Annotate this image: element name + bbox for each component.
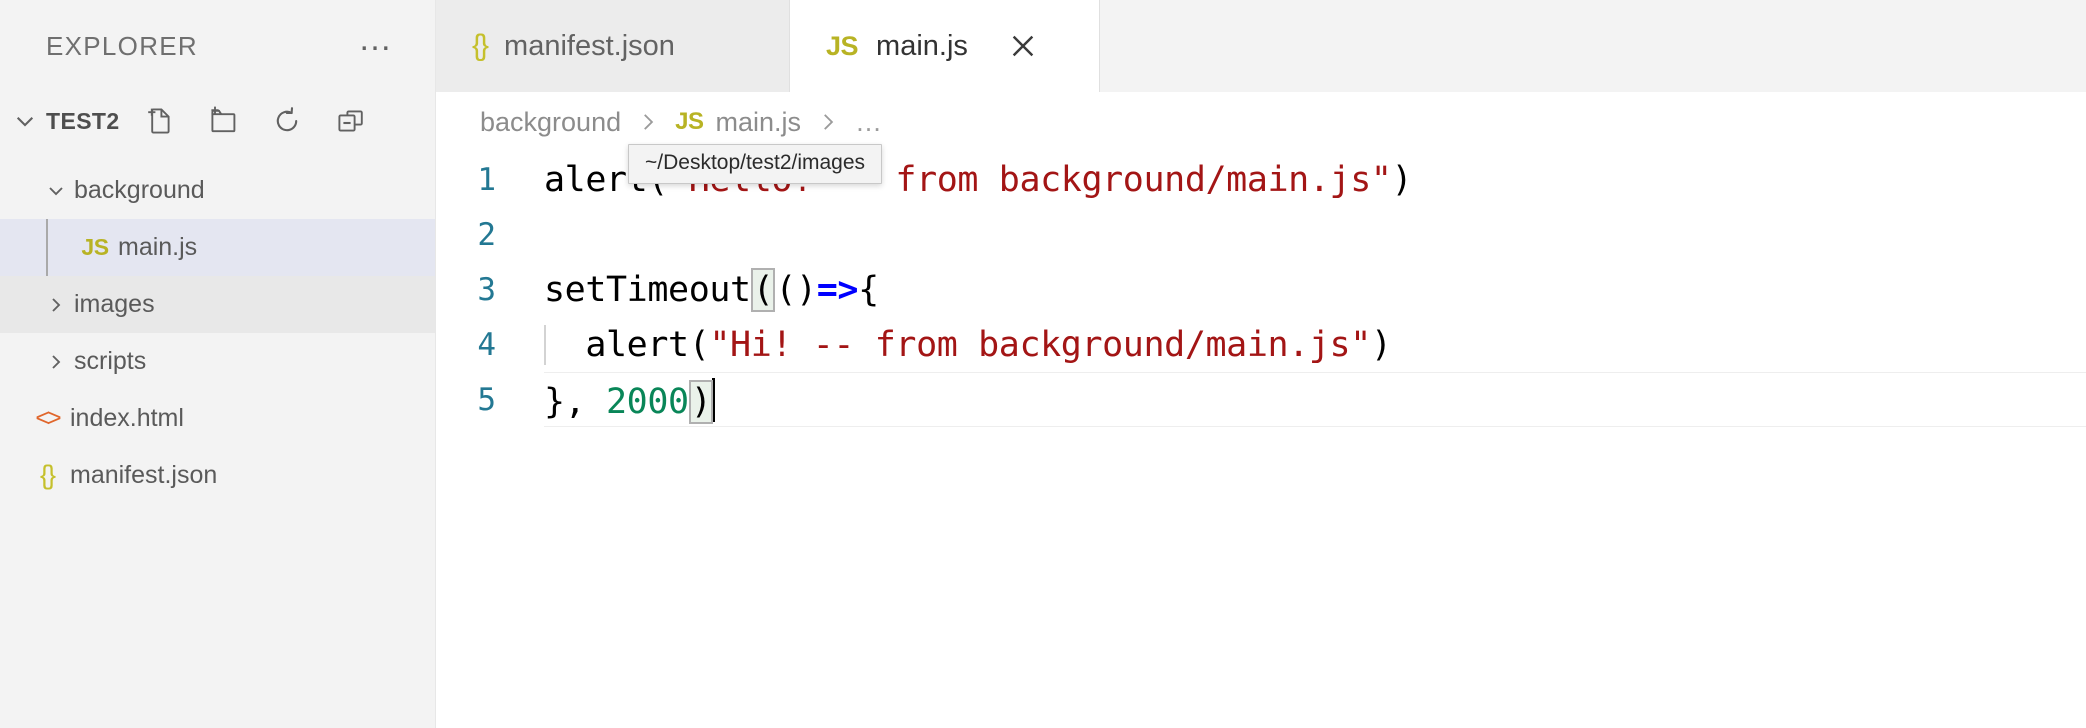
explorer-header: EXPLORER … [0, 0, 435, 92]
new-folder-icon[interactable] [206, 104, 240, 138]
tree-item-label: background [74, 176, 205, 204]
current-line-bottom-border [544, 426, 2086, 427]
code-token-brace: { [858, 269, 879, 310]
breadcrumb-item-symbols[interactable]: … [855, 107, 883, 138]
tree-item-background[interactable]: background [0, 162, 435, 219]
line-number: 5 [477, 381, 496, 418]
code-line-4: 4 alert("Hi! -- from background/main.js"… [436, 317, 2086, 372]
tree-item-label: manifest.json [70, 461, 218, 489]
code-token-fn: alert( [585, 324, 710, 365]
indent-guide [46, 219, 48, 276]
refresh-icon[interactable] [270, 104, 304, 138]
tree-item-label: main.js [118, 233, 198, 261]
code-line-3: 3 setTimeout(()=>{ [436, 262, 2086, 317]
indent-guide [544, 324, 546, 365]
chevron-right-icon[interactable] [38, 350, 74, 374]
code-token-arrow: => [816, 269, 859, 310]
tree-item-label: index.html [70, 404, 184, 432]
code-line-5: 5 }, 2000) [436, 372, 2086, 427]
code-token-number: 2000 [606, 381, 689, 422]
line-number: 3 [477, 271, 496, 308]
explorer-more-actions-icon[interactable]: … [358, 22, 395, 58]
html-icon: <> [35, 404, 61, 432]
path-tooltip: ~/Desktop/test2/images [628, 144, 883, 184]
tree-item-label: scripts [74, 347, 147, 375]
chevron-down-icon[interactable] [38, 179, 74, 203]
editor-area: {} manifest.json JS main.js background J… [436, 0, 2086, 728]
collapse-all-icon[interactable] [334, 104, 368, 138]
line-number: 2 [477, 216, 496, 253]
code-line-text: alert("Hi! -- from background/main.js") [544, 324, 1392, 365]
breadcrumb-item-background[interactable]: background [480, 107, 621, 138]
workspace-root-label: TEST2 [46, 107, 120, 134]
vscode-window: EXPLORER … TEST2 background JS main.js i… [0, 0, 2086, 728]
tab-label: manifest.json [504, 29, 675, 62]
breadcrumb: background JS main.js … [436, 92, 2086, 152]
tab-bar-empty-space [1100, 0, 2086, 92]
chevron-down-icon[interactable] [8, 104, 42, 138]
bracket-match-highlight: ) [688, 379, 714, 424]
chevron-right-icon [815, 109, 841, 135]
js-icon: JS [675, 108, 704, 135]
code-token-parens: () [775, 269, 817, 310]
chevron-right-icon [635, 109, 661, 135]
tree-item-label: images [74, 290, 155, 318]
tree-item-scripts[interactable]: scripts [0, 333, 435, 390]
tab-main-js[interactable]: JS main.js [790, 0, 1100, 92]
code-line-text: }, 2000) [544, 377, 716, 424]
breadcrumb-item-main-js[interactable]: main.js [715, 107, 801, 138]
json-icon: {} [39, 460, 56, 490]
code-line-2: 2 [436, 207, 2086, 262]
tree-item-main-js[interactable]: JS main.js [0, 219, 435, 276]
explorer-sidebar: EXPLORER … TEST2 background JS main.js i… [0, 0, 436, 728]
editor-tab-bar: {} manifest.json JS main.js [436, 0, 2086, 92]
current-line-top-border [544, 372, 2086, 373]
js-icon: JS [826, 30, 859, 61]
close-icon[interactable] [1004, 27, 1042, 65]
tree-item-images[interactable]: images [0, 276, 435, 333]
js-icon: JS [81, 234, 109, 260]
tab-label: main.js [876, 29, 968, 62]
code-token-paren: ) [1370, 324, 1392, 365]
tree-item-index-html[interactable]: <> index.html [0, 390, 435, 447]
code-token-brace: }, [544, 381, 607, 422]
explorer-actions [142, 104, 368, 138]
workspace-root-row[interactable]: TEST2 [0, 92, 435, 150]
line-number: 4 [477, 326, 496, 363]
code-editor[interactable]: 1 alert("Hello! -- from background/main.… [436, 152, 2086, 427]
code-token-string: "Hi! -- from background/main.js" [709, 324, 1371, 365]
new-file-icon[interactable] [142, 104, 176, 138]
bracket-match-highlight: ( [750, 267, 776, 312]
chevron-right-icon[interactable] [38, 293, 74, 317]
explorer-title: EXPLORER [46, 30, 199, 61]
code-token-fn: setTimeout [544, 269, 751, 310]
code-line-text: setTimeout(()=>{ [544, 267, 879, 312]
tree-item-manifest-json[interactable]: {} manifest.json [0, 447, 435, 504]
json-icon: {} [472, 29, 489, 62]
tab-manifest-json[interactable]: {} manifest.json [436, 0, 790, 92]
file-tree: background JS main.js images scripts <> … [0, 162, 435, 504]
line-number: 1 [477, 161, 496, 198]
code-token-paren: ) [1391, 159, 1413, 200]
